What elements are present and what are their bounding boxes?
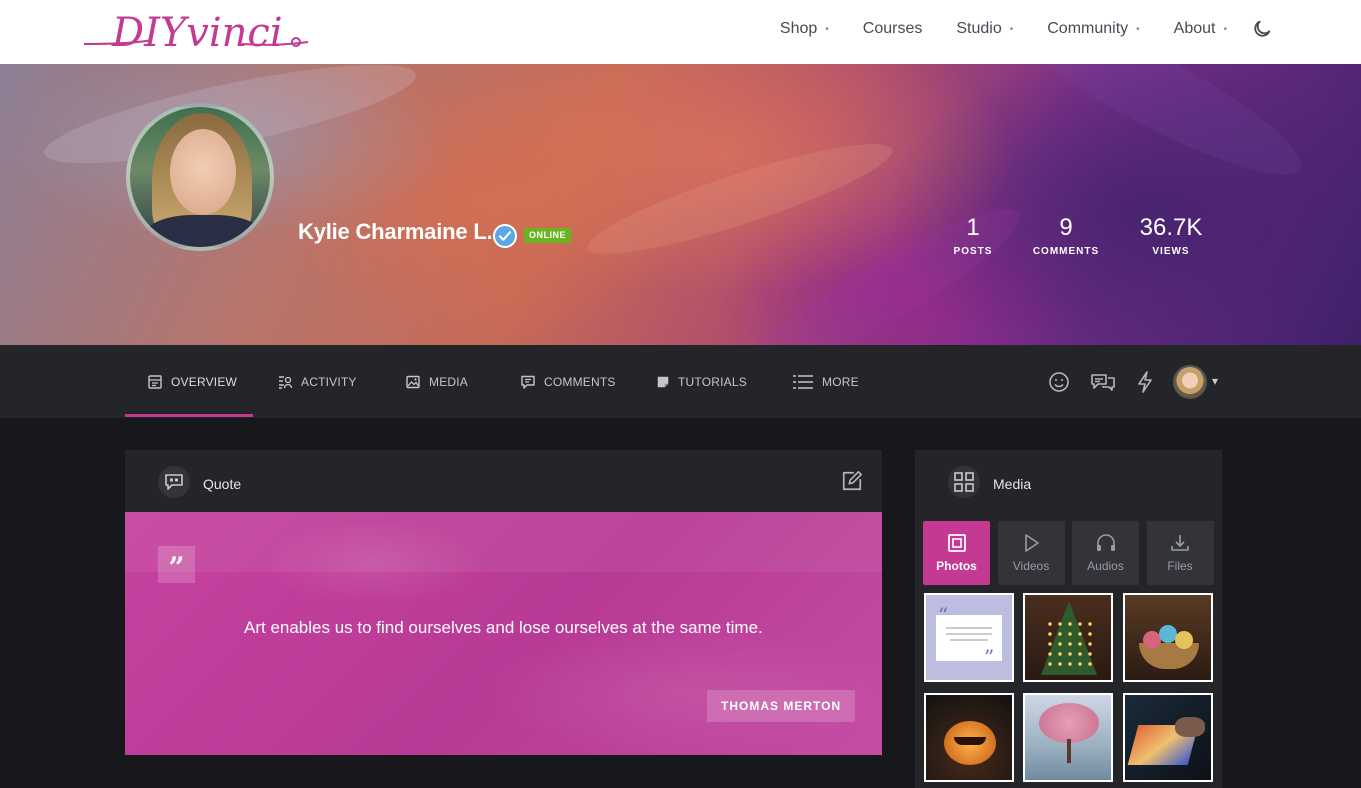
chat-icon[interactable]	[1090, 370, 1116, 394]
thumb-quote-graphic[interactable]: “ ”	[924, 593, 1014, 682]
thumb-quote-open: “	[938, 603, 949, 627]
activity-icon	[279, 375, 293, 389]
tab-activity[interactable]: ACTIVITY	[277, 345, 357, 418]
card-title: Media	[993, 476, 1032, 492]
media-tab-label: Audios	[1087, 559, 1124, 573]
stat-label: VIEWS	[1152, 246, 1190, 257]
thumb-blossom-tree[interactable]	[1023, 693, 1113, 782]
media-card: Media Photos Videos Audios Files “ ”	[915, 450, 1222, 788]
tab-label: ACTIVITY	[301, 374, 357, 389]
thumb-line	[950, 639, 988, 641]
overview-icon	[148, 374, 162, 389]
image-icon	[406, 375, 420, 388]
tree-trunk	[1067, 739, 1071, 763]
tab-tutorials[interactable]: TUTORIALS	[656, 345, 747, 418]
thumb-yarn-basket[interactable]	[1123, 593, 1213, 682]
nav-label: Studio	[956, 20, 1002, 37]
profile-avatar[interactable]	[126, 103, 274, 251]
quote-mark-icon: ”	[158, 546, 195, 584]
quote-body: ” Art enables us to find ourselves and l…	[125, 512, 882, 755]
stat-value: 36.7K	[1139, 214, 1203, 241]
thumb-line	[946, 627, 992, 629]
chevron-down-icon[interactable]: ▾	[1212, 374, 1218, 388]
quote-bg-shape	[125, 512, 882, 572]
stat-value: 9	[1059, 214, 1073, 241]
media-tab-photos[interactable]: Photos	[923, 521, 990, 585]
thumb-jack-o-lantern[interactable]	[924, 693, 1014, 782]
stat-views[interactable]: 36.7K VIEWS	[1116, 214, 1226, 257]
main-nav: Shop • Courses Studio • Community • Abou…	[746, 0, 1273, 58]
photo-icon	[947, 534, 966, 552]
flash-icon[interactable]	[1134, 370, 1158, 394]
nav-about[interactable]: About •	[1174, 20, 1227, 38]
nav-studio[interactable]: Studio •	[956, 20, 1013, 38]
yarn-ball	[1175, 631, 1193, 649]
online-status-badge: ONLINE	[524, 228, 572, 243]
more-icon	[793, 374, 813, 389]
nav-community[interactable]: Community •	[1047, 20, 1139, 38]
grid-icon	[948, 466, 980, 498]
media-tab-files[interactable]: Files	[1146, 521, 1214, 585]
nav-label: Community	[1047, 20, 1129, 37]
thumb-christmas-tree[interactable]	[1023, 593, 1113, 682]
dropdown-caret-icon: •	[1136, 23, 1140, 35]
media-tab-videos[interactable]: Videos	[997, 521, 1065, 585]
quote-card-icon	[158, 466, 190, 498]
active-tab-indicator	[125, 414, 253, 417]
thumb-drawing-tablet[interactable]	[1123, 693, 1213, 782]
media-tab-label: Files	[1167, 559, 1193, 573]
dropdown-caret-icon: •	[825, 23, 829, 35]
media-tab-label: Videos	[1012, 559, 1050, 573]
site-logo[interactable]: DIYvinci	[82, 6, 310, 56]
tab-more[interactable]: MORE	[792, 345, 859, 418]
card-title: Quote	[203, 476, 242, 492]
tab-label: OVERVIEW	[171, 374, 238, 389]
profile-name[interactable]: Kylie Charmaine L.	[298, 219, 493, 245]
tab-label: MEDIA	[429, 374, 469, 389]
smiley-icon[interactable]	[1047, 370, 1071, 394]
download-icon	[1171, 535, 1189, 551]
verified-icon	[493, 224, 517, 248]
user-avatar-menu[interactable]	[1173, 365, 1207, 399]
play-icon	[1025, 534, 1039, 552]
edit-icon[interactable]	[841, 470, 863, 492]
top-navbar: DIYvinci Shop • Courses Studio • Communi…	[0, 0, 1361, 64]
pumpkin-mouth	[954, 737, 986, 745]
hand	[1175, 717, 1205, 737]
tutorial-icon	[657, 376, 669, 387]
tab-media[interactable]: MEDIA	[405, 345, 468, 418]
paint-stroke	[580, 125, 900, 273]
logo-text: DIYvinci	[111, 10, 283, 56]
tab-label: COMMENTS	[544, 374, 616, 389]
moon-icon[interactable]	[1251, 18, 1273, 40]
thumb-quote-close: ”	[984, 645, 995, 669]
quote-author: THOMAS MERTON	[707, 690, 856, 722]
dropdown-caret-icon: •	[1223, 23, 1227, 35]
comment-icon	[521, 375, 535, 389]
paint-stroke	[983, 64, 1317, 200]
stat-comments[interactable]: 9 COMMENTS	[1011, 214, 1121, 257]
nav-label: Shop	[779, 20, 818, 37]
nav-label: About	[1173, 20, 1216, 37]
tree-lights	[1045, 619, 1095, 669]
quote-text: Art enables us to find ourselves and los…	[244, 618, 763, 637]
nav-shop[interactable]: Shop •	[780, 20, 829, 38]
tab-label: MORE	[822, 374, 859, 389]
tab-label: TUTORIALS	[678, 374, 747, 389]
tab-overview[interactable]: OVERVIEW	[147, 345, 237, 418]
media-tab-label: Photos	[936, 559, 977, 573]
nav-label: Courses	[862, 20, 923, 37]
blossom	[1039, 703, 1099, 743]
headphones-icon	[1096, 534, 1115, 551]
thumb-line	[946, 633, 992, 635]
dropdown-caret-icon: •	[1009, 23, 1014, 35]
stat-label: COMMENTS	[1032, 246, 1100, 257]
media-tabs: Photos Videos Audios Files	[923, 521, 1221, 585]
avatar-shirt	[142, 215, 266, 247]
quote-card: Quote ” Art enables us to find ourselves…	[125, 450, 882, 755]
media-tab-audios[interactable]: Audios	[1072, 521, 1139, 585]
nav-courses[interactable]: Courses	[863, 20, 923, 38]
tab-comments[interactable]: COMMENTS	[520, 345, 616, 418]
avatar-face	[170, 129, 236, 215]
